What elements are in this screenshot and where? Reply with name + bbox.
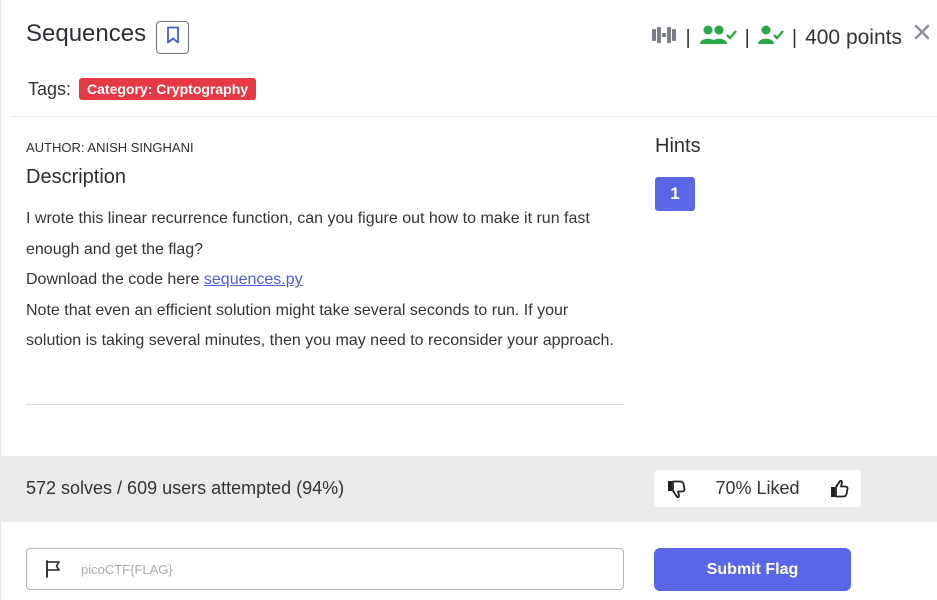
- submit-flag-button[interactable]: Submit Flag: [654, 548, 851, 591]
- description-heading: Description: [26, 166, 127, 188]
- header-divider: [11, 116, 937, 117]
- like-box: 70% Liked: [654, 470, 861, 507]
- challenge-title: Sequences: [26, 20, 147, 47]
- description-note: Note that even an efficient solution mig…: [26, 301, 614, 350]
- flag-icon: [44, 559, 64, 579]
- challenge-stats: | | | 400 points: [651, 24, 902, 52]
- users-check-icon: [699, 24, 737, 52]
- flag-input[interactable]: [81, 561, 561, 577]
- hint-button-1[interactable]: 1: [655, 177, 695, 211]
- bookmark-button[interactable]: [156, 21, 189, 54]
- stats-separator: |: [791, 26, 798, 49]
- download-prefix: Download the code here: [26, 271, 204, 289]
- solves-text: 572 solves / 609 users attempted (94%): [26, 478, 345, 498]
- stats-separator: |: [685, 26, 691, 49]
- description-text: I wrote this linear recurrence function,…: [26, 210, 590, 258]
- close-button[interactable]: [907, 18, 937, 44]
- liked-percentage: 70% Liked: [715, 478, 800, 498]
- download-line: Download the code here sequences.py: [26, 265, 621, 296]
- tags-label: Tags:: [28, 78, 72, 99]
- tag-badge-category[interactable]: Category: Cryptography: [79, 78, 257, 100]
- close-icon: [914, 16, 930, 46]
- thumbs-up-icon[interactable]: [829, 479, 849, 499]
- hints-heading: Hints: [655, 135, 701, 157]
- bookmark-icon: [166, 26, 180, 49]
- difficulty-icon: [651, 25, 677, 51]
- user-check-icon: [757, 24, 784, 52]
- tags-row: Tags: Category: Cryptography: [28, 78, 257, 100]
- author-label: AUTHOR: ANISH SINGHANI: [26, 140, 194, 155]
- flag-input-wrapper: [26, 548, 624, 590]
- thumbs-down-icon[interactable]: [666, 479, 686, 499]
- points-text: 400 points: [805, 26, 902, 49]
- download-link[interactable]: sequences.py: [204, 271, 303, 288]
- description-divider: [26, 404, 624, 405]
- stats-separator: |: [744, 26, 750, 49]
- description-body: I wrote this linear recurrence function,…: [26, 204, 621, 357]
- challenge-modal: Sequences | | | 400 points Tags: Categor…: [0, 0, 937, 600]
